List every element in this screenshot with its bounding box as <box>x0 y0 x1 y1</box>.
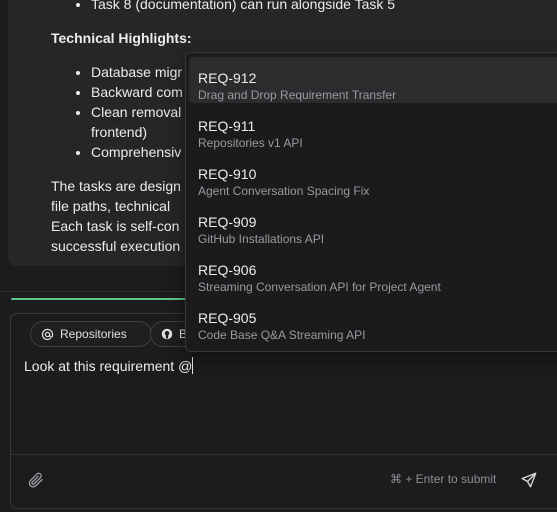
dropdown-item[interactable]: REQ-910 Agent Conversation Spacing Fix <box>189 153 557 199</box>
requirement-id: REQ-912 <box>198 70 257 86</box>
dropdown-item[interactable]: REQ-909 GitHub Installations API <box>189 201 557 247</box>
dropdown-item[interactable]: REQ-906 Streaming Conversation API for P… <box>189 249 557 295</box>
requirement-id: REQ-909 <box>198 214 257 230</box>
message-bullet: Task 8 (documentation) can run alongside… <box>91 0 557 14</box>
requirements-dropdown: REQ-912 Drag and Drop Requirement Transf… <box>185 52 557 352</box>
github-icon <box>161 328 173 340</box>
requirement-title: Repositories v1 API <box>198 136 303 150</box>
repositories-chip[interactable]: Repositories <box>30 321 152 347</box>
dropdown-item[interactable]: REQ-912 Drag and Drop Requirement Transf… <box>189 57 557 103</box>
requirement-title: Streaming Conversation API for Project A… <box>198 280 441 294</box>
at-icon <box>41 328 54 341</box>
requirement-id: REQ-910 <box>198 166 257 182</box>
highlights-heading: Technical Highlights: <box>51 30 192 46</box>
send-icon[interactable] <box>520 471 538 494</box>
requirement-title: GitHub Installations API <box>198 232 325 246</box>
requirement-id: REQ-905 <box>198 310 257 326</box>
progress-bar <box>11 298 191 300</box>
paperclip-icon[interactable] <box>27 471 45 494</box>
requirement-title: Drag and Drop Requirement Transfer <box>198 88 397 102</box>
text-caret <box>192 357 194 374</box>
message-input[interactable]: Look at this requirement @ <box>24 357 194 374</box>
requirement-title: Agent Conversation Spacing Fix <box>198 184 370 198</box>
requirement-id: REQ-911 <box>198 118 256 134</box>
composer-divider <box>11 454 557 455</box>
requirement-id: REQ-906 <box>198 262 257 278</box>
dropdown-item[interactable]: REQ-911 Repositories v1 API <box>189 105 557 151</box>
submit-hint: ⌘ + Enter to submit <box>390 472 497 486</box>
chip-label: Repositories <box>60 327 127 341</box>
requirement-title: Code Base Q&A Streaming API <box>198 328 366 342</box>
dropdown-item[interactable]: REQ-905 Code Base Q&A Streaming API <box>189 297 557 343</box>
